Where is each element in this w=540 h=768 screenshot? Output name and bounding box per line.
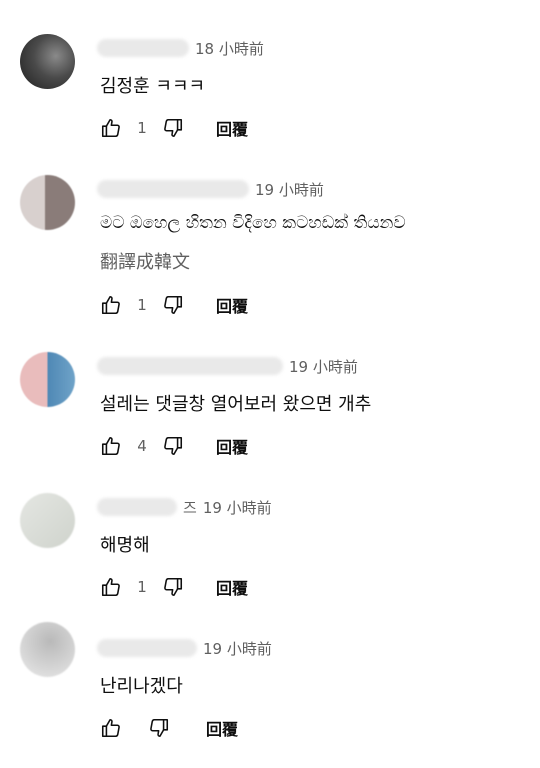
comment-text: 난리나겠다	[100, 676, 183, 697]
like-button[interactable]	[98, 433, 124, 459]
like-button[interactable]	[98, 715, 124, 741]
comment-text: 설레는 댓글창 열어보러 왔으면 개추	[100, 394, 372, 415]
like-count: 4	[137, 437, 147, 455]
comment-header: 18 小時前	[97, 36, 264, 60]
reply-button[interactable]: 回覆	[216, 293, 248, 317]
thumbs-down-icon	[164, 118, 183, 138]
comment-time: 18 小時前	[195, 39, 264, 58]
dislike-button[interactable]	[146, 715, 172, 741]
like-button[interactable]	[98, 292, 124, 318]
author-name-blurred[interactable]	[97, 180, 249, 198]
avatar[interactable]	[20, 352, 75, 407]
translate-link[interactable]: 翻譯成韓文	[100, 248, 190, 274]
reply-button[interactable]: 回覆	[216, 116, 248, 140]
comment-time: 19 小時前	[255, 180, 324, 199]
author-name-blurred[interactable]	[97, 639, 197, 657]
comment-text: 해명해	[100, 535, 150, 556]
dislike-button[interactable]	[160, 433, 186, 459]
reply-button[interactable]: 回覆	[216, 575, 248, 599]
thumbs-up-icon	[101, 718, 120, 738]
reply-button[interactable]: 回覆	[216, 434, 248, 458]
author-name-fragment[interactable]: 즈	[183, 497, 197, 518]
comment-actions: 回覆	[98, 715, 238, 741]
like-button[interactable]	[98, 574, 124, 600]
like-count: 1	[137, 296, 147, 314]
comment-time: 19 小時前	[203, 639, 272, 658]
thumbs-down-icon	[164, 436, 183, 456]
dislike-button[interactable]	[160, 574, 186, 600]
comment-header: 19 小時前	[97, 636, 272, 660]
comment-actions: 1 回覆	[98, 292, 248, 318]
author-name-blurred[interactable]	[97, 357, 283, 375]
comment-actions: 1 回覆	[98, 115, 248, 141]
avatar[interactable]	[20, 34, 75, 89]
comment-header: 19 小時前	[97, 177, 324, 201]
like-button[interactable]	[98, 115, 124, 141]
avatar[interactable]	[20, 175, 75, 230]
thumbs-down-icon	[164, 577, 183, 597]
avatar[interactable]	[20, 493, 75, 548]
comment-actions: 4 回覆	[98, 433, 248, 459]
comment-time: 19 小時前	[202, 498, 272, 517]
author-name-blurred[interactable]	[97, 498, 177, 516]
comment-actions: 1 回覆	[98, 574, 248, 600]
dislike-button[interactable]	[160, 115, 186, 141]
thumbs-up-icon	[101, 577, 120, 597]
comment-text: මට ඔහෙල හිතන විදිහෙ කටහඩක් තියනව	[100, 213, 406, 233]
dislike-button[interactable]	[160, 292, 186, 318]
thumbs-up-icon	[101, 295, 120, 315]
avatar[interactable]	[20, 622, 75, 677]
like-count: 1	[137, 578, 147, 596]
thumbs-up-icon	[101, 436, 120, 456]
comment-text: 김정훈 ㅋㅋㅋ	[100, 76, 206, 97]
like-count: 1	[137, 119, 147, 137]
comment-time: 19 小時前	[289, 357, 358, 376]
reply-button[interactable]: 回覆	[206, 716, 238, 740]
author-name-blurred[interactable]	[97, 39, 189, 57]
thumbs-down-icon	[150, 718, 169, 738]
thumbs-down-icon	[164, 295, 183, 315]
comment-header: 19 小時前	[97, 354, 358, 378]
comment-header: 즈 19 小時前	[97, 495, 272, 519]
thumbs-up-icon	[101, 118, 120, 138]
